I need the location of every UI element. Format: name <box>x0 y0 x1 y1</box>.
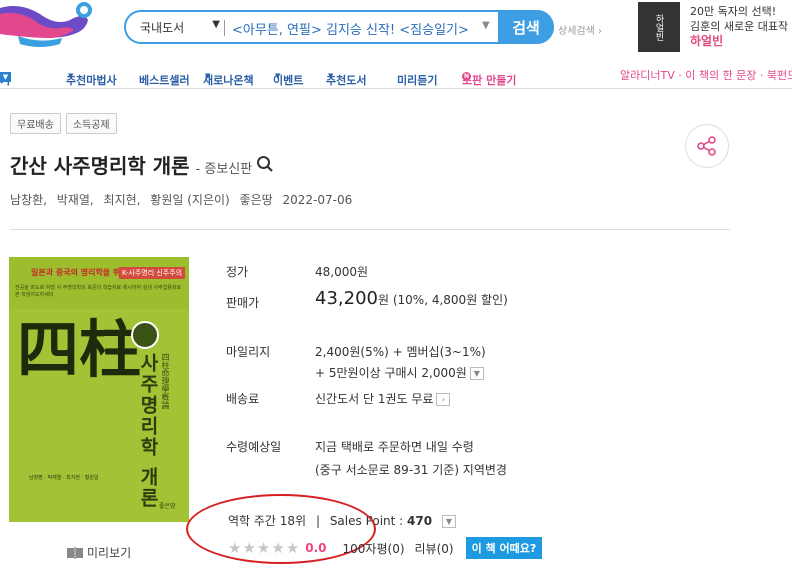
star-rating: ★ ★ ★ ★ ★ <box>228 538 300 557</box>
sale-price-label: 판매가 <box>226 296 260 310</box>
rating-score: 0.0 <box>305 541 327 555</box>
main-nav: 기 ▼ 추천마법사▼ 베스트셀러 새로나온책▼ 이벤트▼ 추천도서▼ 미리듣기 … <box>0 62 792 87</box>
book-cover[interactable]: 일본과 중국의 명리학을 뛰어 넘은 K-사주명리 신주주의 전공을 파도로 하… <box>9 257 189 522</box>
search-divider <box>224 20 225 36</box>
publisher-link[interactable]: 좋은땅 <box>240 193 273 207</box>
star-icon: ★ <box>242 538 256 557</box>
rating-line: ★ ★ ★ ★ ★ 0.0 100자평(0) 리뷰(0) 이 책 어때요? <box>228 537 543 559</box>
detail-search-link[interactable]: 상세검색 › <box>558 22 602 37</box>
cover-blurb: 전공을 파도로 하였 사 주명리학의 표준의 학습자료 제시하여 실생 사주업용… <box>15 285 182 298</box>
share-button[interactable] <box>685 124 729 168</box>
star-icon: ★ <box>228 538 242 557</box>
search-category-label: 국내도서 <box>140 21 185 35</box>
delivery-label: 수령예상일 <box>226 440 282 454</box>
mileage-value: 2,400원(5%) + 멤버십(3~1%) <box>315 345 486 359</box>
author-line: 남창환, 박재열, 최지현, 황원일 (지은이) 좋은땅 2022-07-06 <box>10 191 358 208</box>
preview-button[interactable]: 미리보기 <box>66 544 131 561</box>
cover-hanja-subtitle: 四柱命理學槪論 <box>161 353 170 409</box>
list-price-label: 정가 <box>226 265 249 279</box>
preview-label: 미리보기 <box>87 546 132 560</box>
publish-date: 2022-07-06 <box>282 193 353 207</box>
chevron-down-icon: ▼ <box>212 19 220 30</box>
mileage-label: 마일리지 <box>226 345 271 359</box>
shipping-value: 신간도서 단 1권도 무료 › <box>315 390 451 407</box>
delivery-location[interactable]: (중구 서소문로 89-31 기준) 지역변경 <box>315 461 507 478</box>
author-link[interactable]: 최지현, <box>104 193 141 207</box>
new-badge-icon: N <box>462 72 471 81</box>
cover-korean-title: 사주명리학 개론 <box>137 353 159 509</box>
author-link[interactable]: 남창환, <box>10 193 47 207</box>
dropdown-box-icon: ▼ <box>0 72 11 82</box>
shipping-label: 배송료 <box>226 392 260 406</box>
section-divider <box>10 229 730 230</box>
nav-divider <box>0 88 792 89</box>
cover-emblem <box>131 321 159 349</box>
search-icon[interactable] <box>256 155 274 173</box>
badge-list: 무료배송 소득공제 <box>10 113 117 134</box>
author-link[interactable]: 황원일 (지은이) <box>150 193 229 207</box>
list-price: 48,000원 <box>315 265 369 279</box>
sales-point-value: 470 <box>407 514 433 528</box>
badge-free-shipping: 무료배송 <box>10 113 61 134</box>
cover-top-band <box>9 257 189 309</box>
search-category-select[interactable]: 국내도서 ▼ <box>140 19 220 37</box>
ad-line1: 20만 독자의 선택! <box>690 5 777 18</box>
short-reviews-link[interactable]: 100자평(0) <box>343 540 405 557</box>
search-dropdown-icon[interactable]: ▼ <box>482 20 490 31</box>
cover-tag: K-사주명리 신주주의 <box>119 267 186 279</box>
reviews-link[interactable]: 리뷰(0) <box>415 540 454 557</box>
category-rank[interactable]: 역학 주간 18위 <box>228 514 306 528</box>
star-icon: ★ <box>285 538 300 557</box>
delivery-value: 지금 택배로 주문하면 내일 수령 <box>315 440 474 454</box>
rank-divider: | <box>315 514 320 528</box>
aladin-lamp-logo[interactable] <box>0 0 100 52</box>
ad-banner[interactable]: 20만 독자의 선택! 김훈의 새로운 대표작 하얼빈 <box>690 4 790 49</box>
how-about-book-button[interactable]: 이 책 어때요? <box>465 537 543 559</box>
sales-point-label: Sales Point : <box>329 514 404 528</box>
sale-price: 43,200원 (10%, 4,800원 할인) <box>315 288 508 309</box>
ad-book-cover[interactable]: 하얼빈 <box>638 2 680 52</box>
book-subtitle: - 증보신판 <box>195 162 253 177</box>
chevron-down-icon[interactable]: ▼ <box>469 367 484 380</box>
author-link[interactable]: 박재열, <box>57 193 94 207</box>
share-icon <box>697 136 716 156</box>
star-icon: ★ <box>271 538 285 557</box>
nav-right-links[interactable]: 알라디너TV · 이 책의 한 문장 · 북펀드 <box>620 67 792 83</box>
star-icon: ★ <box>256 538 271 557</box>
chevron-right-icon[interactable]: › <box>436 393 451 406</box>
mileage-extra: + 5만원이상 구매시 2,000원 ▼ <box>315 364 484 381</box>
search-bar: 국내도서 ▼ ▼ 검색 <box>124 10 554 44</box>
chevron-down-icon[interactable]: ▼ <box>441 515 456 528</box>
search-input[interactable] <box>232 18 482 38</box>
rank-line: 역학 주간 18위 | Sales Point : 470 ▼ <box>228 512 456 529</box>
header: 국내도서 ▼ ▼ 검색 상세검색 › 하얼빈 20만 독자의 선택! 김훈의 새… <box>0 0 792 60</box>
book-title: 간산 사주명리학 개론 <box>10 154 190 178</box>
cover-hanja-title: 四柱 <box>17 313 142 386</box>
ad-line2: 김훈의 새로운 대표작 <box>690 20 789 33</box>
ad-title: 하얼빈 <box>690 34 724 48</box>
cover-publisher: 좋은땅 <box>159 503 176 510</box>
title-row: 간산 사주명리학 개론 - 증보신판 <box>10 150 274 179</box>
discount-text: (10%, 4,800원 할인) <box>392 293 508 307</box>
cover-authors: 남창환 · 박재열 · 최지현 · 황원일 <box>29 475 99 481</box>
badge-tax-deduction: 소득공제 <box>65 113 117 134</box>
search-button[interactable]: 검색 <box>498 10 554 44</box>
book-open-icon <box>67 546 83 559</box>
